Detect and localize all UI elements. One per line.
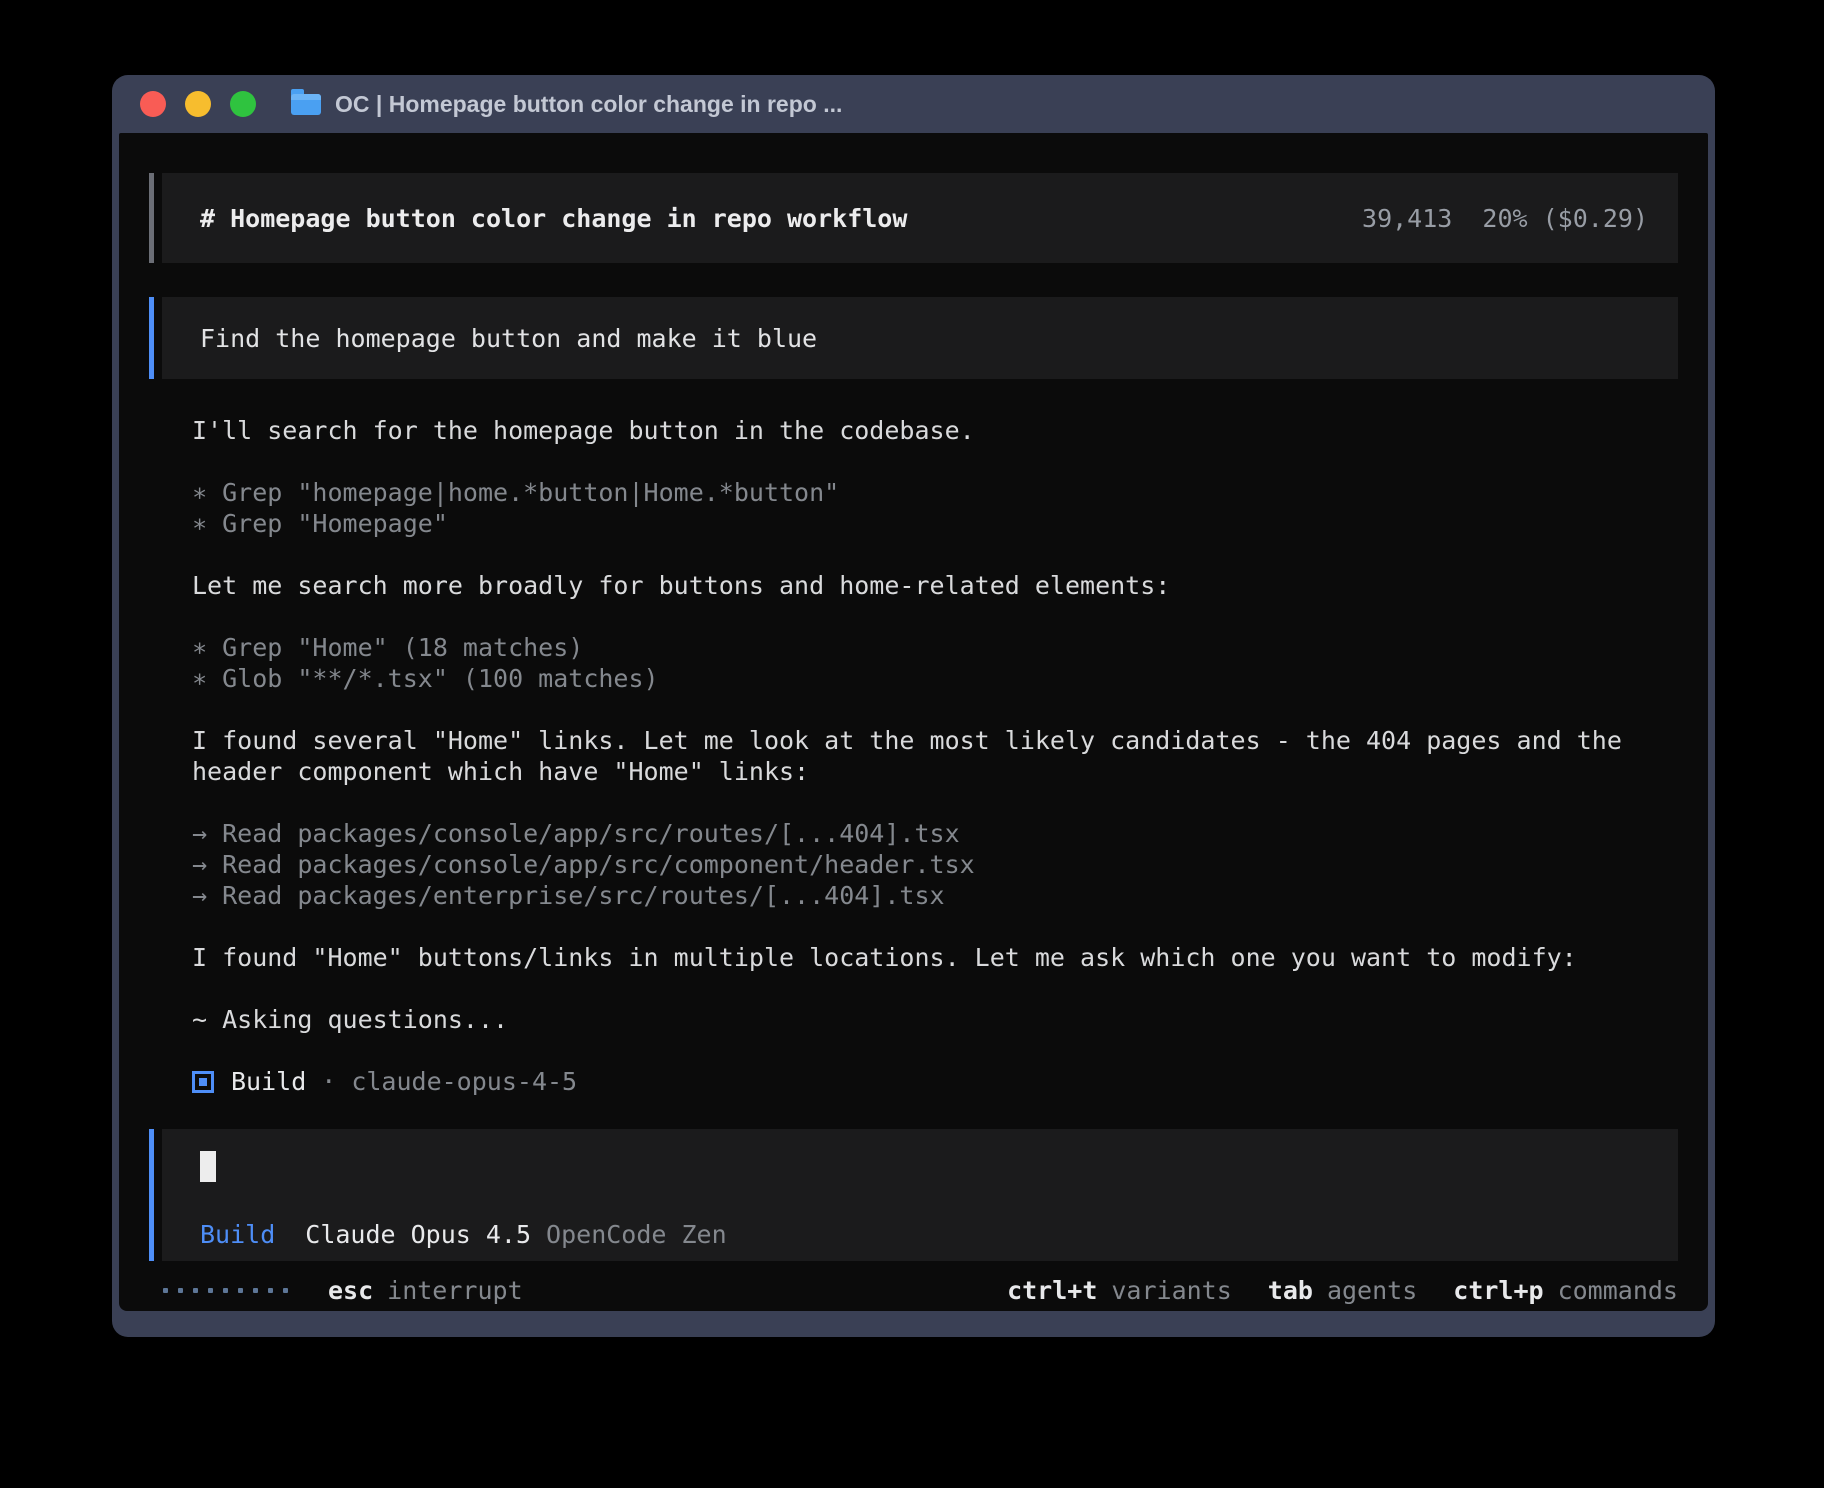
shortcut: ctrl+p commands	[1453, 1275, 1678, 1306]
transcript-line: Let me search more broadly for buttons a…	[192, 570, 1678, 601]
session-title: # Homepage button color change in repo w…	[200, 203, 907, 234]
agent-name: Build	[231, 1066, 306, 1097]
agent-status-row: Build · claude-opus-4-5	[192, 1066, 1678, 1097]
input-agent-label[interactable]: Build	[200, 1219, 275, 1250]
shortcut-key: tab	[1268, 1275, 1313, 1306]
activity-dot	[238, 1288, 243, 1293]
transcript-line: I'll search for the homepage button in t…	[192, 415, 1678, 446]
agent-build-icon	[192, 1071, 214, 1093]
activity-dot	[268, 1288, 273, 1293]
terminal-window: OC | Homepage button color change in rep…	[112, 75, 1715, 1337]
session-header: # Homepage button color change in repo w…	[162, 173, 1678, 263]
activity-dot	[283, 1288, 288, 1293]
shortcut-label: agents	[1327, 1275, 1417, 1306]
transcript-line	[192, 601, 1678, 632]
activity-dot	[163, 1288, 168, 1293]
titlebar: OC | Homepage button color change in rep…	[112, 75, 1715, 133]
user-message-text: Find the homepage button and make it blu…	[200, 323, 817, 354]
activity-dot	[253, 1288, 258, 1293]
shortcut-key: ctrl+t	[1007, 1275, 1097, 1306]
activity-dot	[208, 1288, 213, 1293]
activity-dot	[178, 1288, 183, 1293]
activity-dots	[163, 1288, 298, 1293]
model-row: Build Claude Opus 4.5 OpenCode Zen	[200, 1219, 1648, 1250]
prompt-input[interactable]: Build Claude Opus 4.5 OpenCode Zen	[162, 1129, 1678, 1261]
transcript-line	[192, 539, 1678, 570]
text-cursor	[200, 1151, 216, 1182]
window-title: OC | Homepage button color change in rep…	[335, 91, 842, 118]
status-shortcuts: ctrl+t variants tab agents ctrl+p comman…	[971, 1275, 1678, 1306]
transcript-line: ~ Asking questions...	[192, 1004, 1678, 1035]
zoom-button[interactable]	[230, 91, 256, 117]
agent-separator: ·	[321, 1066, 336, 1097]
transcript-line: ∗ Grep "homepage|home.*button|Home.*butt…	[192, 477, 1678, 508]
transcript-line: ∗ Glob "**/*.tsx" (100 matches)	[192, 663, 1678, 694]
input-model-label[interactable]: Claude Opus 4.5	[305, 1219, 531, 1250]
shortcut-label: commands	[1558, 1275, 1678, 1306]
transcript-line: header component which have "Home" links…	[192, 756, 1678, 787]
status-left: esc interrupt	[163, 1275, 523, 1306]
activity-dot	[223, 1288, 228, 1293]
shortcut: tab agents	[1268, 1275, 1417, 1306]
transcript-line	[192, 911, 1678, 942]
transcript-line	[192, 446, 1678, 477]
transcript-line: ∗ Grep "Homepage"	[192, 508, 1678, 539]
close-button[interactable]	[140, 91, 166, 117]
transcript-line	[192, 694, 1678, 725]
minimize-button[interactable]	[185, 91, 211, 117]
transcript-line	[192, 973, 1678, 1004]
assistant-transcript: I'll search for the homepage button in t…	[192, 415, 1678, 1035]
transcript-line: → Read packages/console/app/src/routes/[…	[192, 818, 1678, 849]
transcript-line: I found "Home" buttons/links in multiple…	[192, 942, 1678, 973]
folder-icon	[291, 94, 321, 115]
transcript-line	[192, 787, 1678, 818]
input-provider-label: OpenCode Zen	[546, 1219, 727, 1250]
transcript-line: I found several "Home" links. Let me loo…	[192, 725, 1678, 756]
user-message: Find the homepage button and make it blu…	[162, 297, 1678, 379]
transcript-line: → Read packages/enterprise/src/routes/[.…	[192, 880, 1678, 911]
session-stats: 39,413 20% ($0.29)	[1362, 203, 1648, 234]
shortcut: ctrl+t variants	[1007, 1275, 1232, 1306]
esc-action-label: interrupt	[387, 1275, 522, 1306]
shortcut-key: ctrl+p	[1453, 1275, 1543, 1306]
transcript-line: → Read packages/console/app/src/componen…	[192, 849, 1678, 880]
esc-key-hint: esc	[328, 1275, 373, 1306]
status-bar: esc interrupt ctrl+t variants tab agents	[149, 1275, 1678, 1306]
agent-model: claude-opus-4-5	[351, 1066, 577, 1097]
transcript-line: ∗ Grep "Home" (18 matches)	[192, 632, 1678, 663]
shortcut-label: variants	[1111, 1275, 1231, 1306]
terminal-content: # Homepage button color change in repo w…	[119, 133, 1708, 1311]
activity-dot	[193, 1288, 198, 1293]
